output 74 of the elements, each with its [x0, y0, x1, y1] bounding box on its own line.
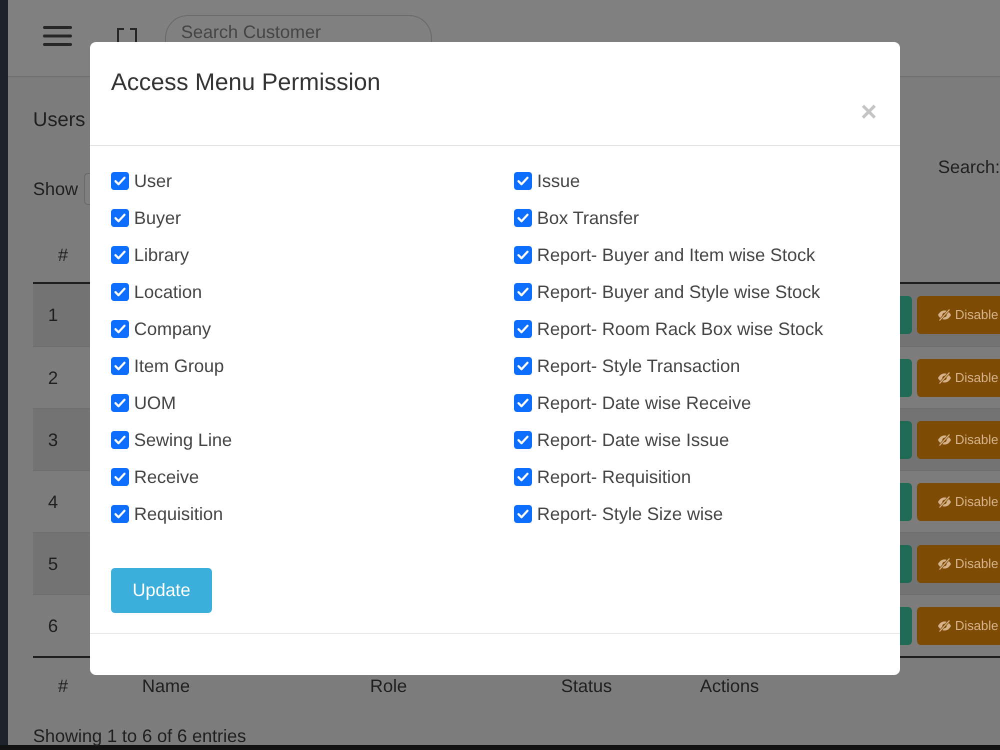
fullscreen-icon[interactable] — [117, 28, 137, 42]
disable-button[interactable]: Disable — [917, 544, 1000, 582]
checkbox-label: Report- Style Transaction — [537, 354, 740, 378]
checkbox-label: Report- Requisition — [537, 466, 692, 488]
table-cell-text: 6 — [48, 614, 58, 638]
checkbox[interactable] — [111, 356, 129, 374]
checkbox[interactable] — [514, 282, 532, 300]
disable-button[interactable]: Disable — [917, 606, 1000, 644]
checkbox[interactable] — [514, 394, 532, 412]
checkbox-label: Location — [134, 280, 202, 304]
disable-button[interactable]: Disable — [917, 296, 1000, 334]
checkbox-label: Report- Room Rack Box wise Stock — [537, 318, 824, 340]
menu-icon[interactable] — [43, 26, 72, 46]
checkbox[interactable] — [111, 430, 129, 448]
table-cell-text: 1 — [48, 304, 58, 327]
checkbox[interactable] — [514, 208, 532, 226]
eye-slash-icon — [937, 620, 952, 632]
checkbox[interactable] — [514, 172, 532, 190]
column-footer: Status — [561, 676, 612, 696]
checkbox-label: Box Transfer — [537, 206, 640, 230]
show-label: Show — [33, 178, 78, 201]
checkbox[interactable] — [514, 246, 532, 264]
checkbox[interactable] — [111, 468, 129, 486]
page-title: Users — [33, 108, 86, 132]
table-cell-text: 2 — [48, 366, 58, 390]
eye-slash-icon — [937, 496, 952, 508]
checkbox-label: User — [134, 170, 172, 192]
column-footer: Actions — [700, 676, 760, 696]
checkbox-label: Sewing Line — [134, 428, 232, 452]
checkbox[interactable] — [111, 282, 129, 300]
checkbox[interactable] — [514, 504, 532, 522]
table-cell-text: 5 — [48, 552, 58, 576]
eye-slash-icon — [937, 558, 952, 570]
table-cell-text: 3 — [48, 428, 58, 452]
checkbox[interactable] — [111, 208, 129, 226]
update-button[interactable]: Update — [111, 568, 212, 613]
eye-slash-icon — [937, 434, 952, 446]
dialog-title: Access Menu Permission — [111, 68, 380, 98]
eye-slash-icon — [937, 372, 952, 384]
checkbox-label: Requisition — [134, 502, 224, 526]
table-info: Showing 1 to 6 of 6 entries — [33, 726, 246, 746]
checkbox-label: Issue — [537, 170, 580, 192]
page-length-select[interactable] — [84, 173, 90, 205]
checkbox-label: UOM — [134, 392, 176, 414]
table-cell-text: 4 — [48, 490, 58, 514]
column-footer: Name — [142, 676, 190, 696]
checkbox[interactable] — [111, 504, 129, 522]
disable-button[interactable]: Disable — [917, 420, 1000, 458]
checkbox-label: Buyer — [134, 206, 182, 230]
checkbox-label: Report- Style Size wise — [537, 502, 724, 526]
checkbox[interactable] — [111, 394, 129, 412]
checkbox[interactable] — [111, 246, 129, 264]
checkbox-label: Company — [134, 318, 212, 340]
checkbox-label: Library — [134, 244, 190, 266]
column-footer: # — [58, 676, 68, 696]
search-field[interactable]: Search Customer — [165, 15, 432, 42]
disable-button[interactable]: Disable — [917, 358, 1000, 396]
checkbox[interactable] — [111, 172, 129, 190]
checkbox[interactable] — [514, 430, 532, 448]
checkbox-label: Item Group — [134, 354, 224, 378]
checkbox-label: Receive — [134, 466, 200, 488]
checkbox-label: Report- Buyer and Style wise Stock — [537, 280, 820, 304]
column-header: # — [58, 245, 68, 265]
search-label: Search: — [938, 156, 1000, 179]
eye-slash-icon — [937, 309, 952, 321]
checkbox-label: Report- Date wise Receive — [537, 392, 752, 414]
checkbox-label: Report- Buyer and Item wise Stock — [537, 244, 816, 266]
column-footer: Role — [370, 676, 408, 696]
checkbox[interactable] — [111, 320, 129, 338]
checkbox[interactable] — [514, 468, 532, 486]
disable-button[interactable]: Disable — [917, 482, 1000, 520]
checkbox-label: Report- Date wise Issue — [537, 428, 730, 452]
checkbox[interactable] — [514, 356, 532, 374]
checkbox[interactable] — [514, 320, 532, 338]
